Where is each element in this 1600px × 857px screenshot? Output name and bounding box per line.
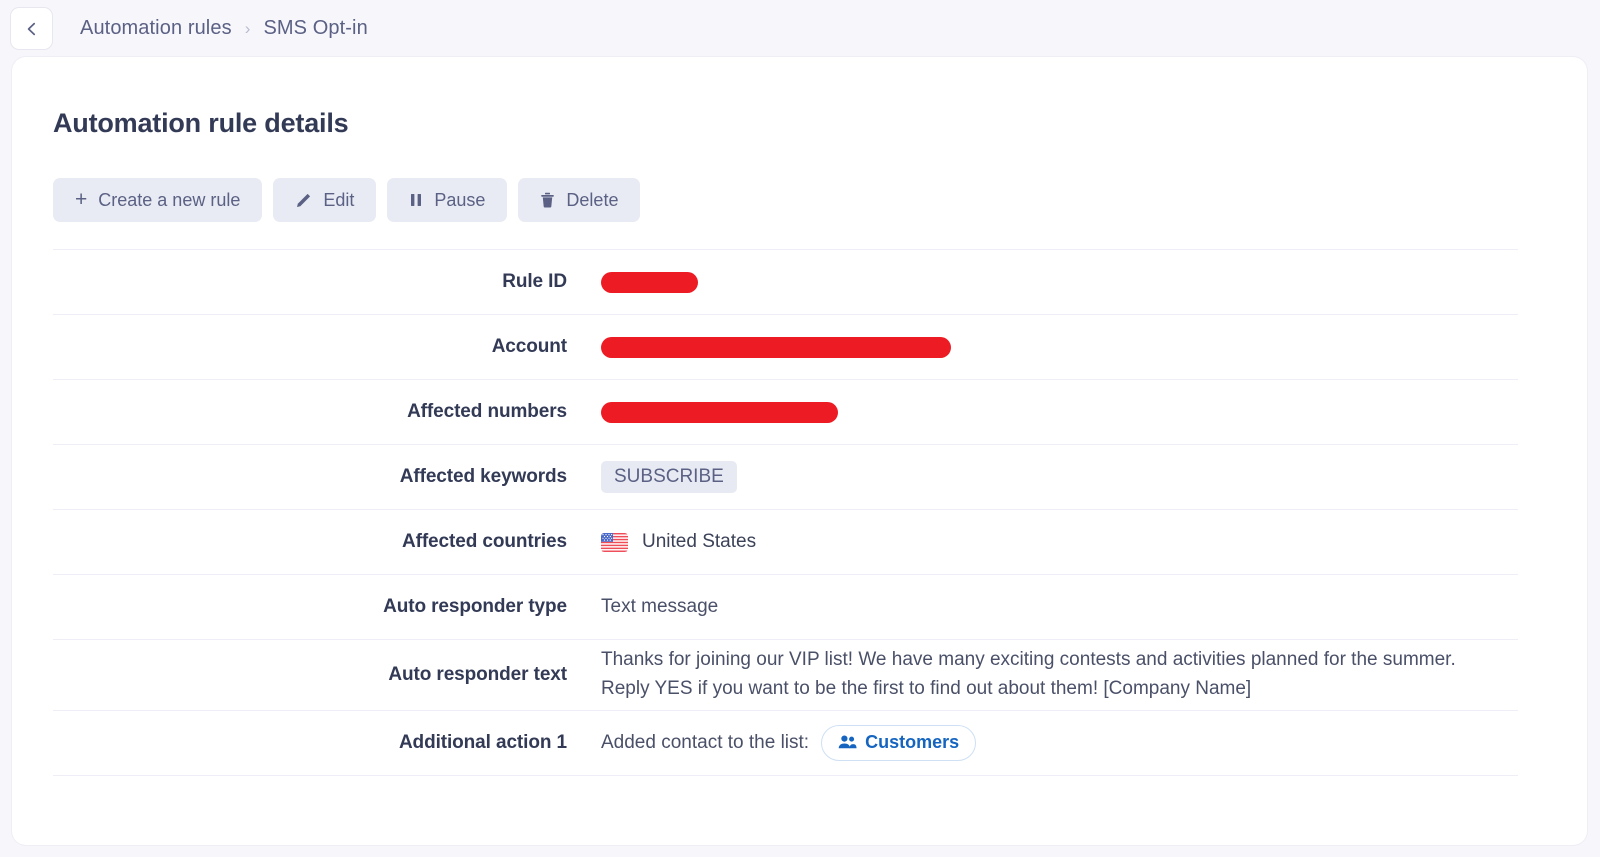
detail-rows: Rule ID Account Affected numbers Affecte… bbox=[53, 249, 1518, 815]
detail-label: Affected countries bbox=[53, 531, 601, 553]
create-new-rule-button[interactable]: + Create a new rule bbox=[53, 178, 262, 222]
detail-row-additional-action-1: Additional action 1 Added contact to the… bbox=[53, 710, 1518, 775]
detail-value: United States bbox=[601, 531, 1518, 553]
contact-list-pill[interactable]: Customers bbox=[821, 725, 976, 761]
detail-row-auto-responder-text: Auto responder text Thanks for joining o… bbox=[53, 639, 1518, 710]
page-title: Automation rule details bbox=[53, 108, 348, 139]
redacted-value bbox=[601, 402, 838, 423]
auto-responder-type-value: Text message bbox=[601, 596, 718, 618]
pause-label: Pause bbox=[434, 190, 485, 211]
redacted-value bbox=[601, 272, 698, 293]
edit-label: Edit bbox=[323, 190, 354, 211]
detail-row-rule-id: Rule ID bbox=[53, 249, 1518, 314]
chevron-left-icon bbox=[24, 21, 40, 37]
detail-value: SUBSCRIBE bbox=[601, 461, 1518, 494]
additional-action-line: Added contact to the list: Customers bbox=[601, 725, 976, 761]
us-flag-icon bbox=[601, 533, 628, 552]
keyword-chip: SUBSCRIBE bbox=[601, 461, 737, 494]
contact-list-name: Customers bbox=[865, 732, 959, 753]
create-new-rule-label: Create a new rule bbox=[98, 190, 240, 211]
redacted-value bbox=[601, 337, 951, 358]
detail-label: Auto responder type bbox=[53, 596, 601, 618]
detail-value bbox=[601, 272, 1518, 293]
delete-label: Delete bbox=[566, 190, 618, 211]
plus-icon: + bbox=[75, 189, 87, 210]
detail-label: Account bbox=[53, 336, 601, 358]
breadcrumb-bar: Automation rules › SMS Opt-in bbox=[0, 0, 1600, 57]
detail-row-account: Account bbox=[53, 314, 1518, 379]
detail-label: Auto responder text bbox=[53, 664, 601, 686]
country-entry: United States bbox=[601, 531, 756, 553]
detail-value: Added contact to the list: Customers bbox=[601, 725, 1518, 761]
detail-value: Text message bbox=[601, 596, 1518, 618]
breadcrumb-item-automation-rules[interactable]: Automation rules bbox=[80, 17, 232, 40]
pencil-icon bbox=[295, 192, 312, 209]
country-name: United States bbox=[642, 531, 756, 553]
edit-button[interactable]: Edit bbox=[273, 178, 376, 222]
breadcrumb-separator-icon: › bbox=[245, 20, 251, 37]
pause-button[interactable]: Pause bbox=[387, 178, 507, 222]
action-toolbar: + Create a new rule Edit Pause Delete bbox=[53, 178, 640, 222]
detail-row-affected-keywords: Affected keywords SUBSCRIBE bbox=[53, 444, 1518, 509]
people-icon bbox=[838, 735, 857, 749]
detail-row-affected-numbers: Affected numbers bbox=[53, 379, 1518, 444]
detail-value bbox=[601, 402, 1518, 423]
additional-action-text: Added contact to the list: bbox=[601, 732, 809, 754]
detail-row-auto-responder-type: Auto responder type Text message bbox=[53, 574, 1518, 639]
breadcrumb: Automation rules › SMS Opt-in bbox=[80, 17, 368, 40]
detail-label: Additional action 1 bbox=[53, 732, 601, 754]
detail-value: Thanks for joining our VIP list! We have… bbox=[601, 646, 1518, 704]
auto-responder-text-value: Thanks for joining our VIP list! We have… bbox=[601, 646, 1481, 704]
detail-label: Affected keywords bbox=[53, 466, 601, 488]
detail-label: Rule ID bbox=[53, 271, 601, 293]
breadcrumb-item-current[interactable]: SMS Opt-in bbox=[263, 17, 367, 40]
back-button[interactable] bbox=[10, 7, 53, 50]
trash-icon bbox=[540, 192, 555, 209]
detail-label: Affected numbers bbox=[53, 401, 601, 423]
pause-icon bbox=[409, 192, 423, 208]
delete-button[interactable]: Delete bbox=[518, 178, 640, 222]
detail-value bbox=[601, 337, 1518, 358]
detail-rows-footer-divider bbox=[53, 775, 1518, 815]
detail-row-affected-countries: Affected countries bbox=[53, 509, 1518, 574]
